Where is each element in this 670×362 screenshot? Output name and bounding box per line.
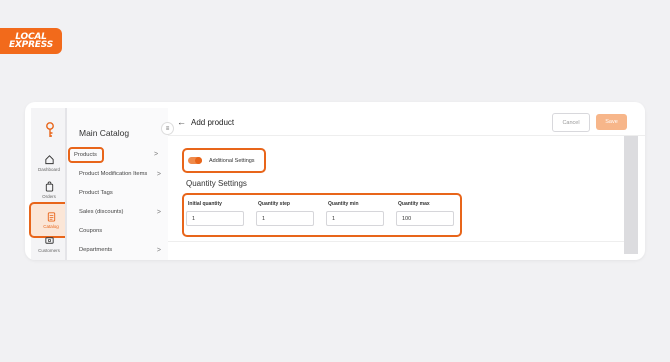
- logo-line-2: EXPRESS: [8, 40, 53, 50]
- catalog-icon: [47, 212, 55, 222]
- rail-label-customers: Customers: [38, 248, 60, 253]
- menu-item-product-modification-items[interactable]: Product Modification Items >: [73, 166, 165, 182]
- initial-quantity-field: Initial quantity 1: [186, 201, 246, 226]
- menu-item-label: Coupons: [79, 228, 103, 234]
- menu-item-label: Departments: [79, 247, 113, 253]
- customers-icon: [44, 237, 54, 244]
- additional-settings-toggle[interactable]: [188, 157, 202, 164]
- quantity-step-field: Quantity step 1: [256, 201, 316, 226]
- menu-item-label: Product Tags: [79, 190, 113, 196]
- quantity-min-field: Quantity min 1: [326, 201, 386, 226]
- home-icon: [44, 155, 54, 165]
- rail-item-dashboard[interactable]: Dashboard: [31, 154, 67, 172]
- additional-settings-label: Additional Settings: [209, 158, 255, 164]
- field-label: Initial quantity: [188, 201, 222, 207]
- menu-item-products[interactable]: Products: [68, 147, 104, 163]
- page-title: Add product: [191, 118, 235, 127]
- catalog-menu: Main Catalog Products > Product Modifica…: [67, 108, 168, 260]
- quantity-fields-group: Initial quantity 1 Quantity step 1 Quant…: [182, 193, 462, 237]
- chevron-right-icon: >: [156, 246, 161, 254]
- menu-item-sales-discounts[interactable]: Sales (discounts) >: [73, 204, 165, 220]
- bag-icon: [45, 181, 53, 192]
- page-header: ← Add product Cancel Save: [168, 108, 645, 136]
- initial-quantity-input[interactable]: 1: [186, 211, 244, 226]
- quantity-step-input[interactable]: 1: [256, 211, 314, 226]
- main-content: Additional Settings Quantity Settings In…: [168, 136, 624, 260]
- save-button[interactable]: Save: [596, 114, 627, 130]
- menu-item-label: Products: [74, 152, 97, 158]
- local-express-logo: LOCAL EXPRESS: [0, 28, 62, 54]
- chevron-right-icon: >: [154, 151, 159, 158]
- field-label: Quantity min: [328, 201, 359, 207]
- cancel-button[interactable]: Cancel: [552, 113, 590, 132]
- quantity-max-input[interactable]: 100: [396, 211, 454, 226]
- list-icon: ≡: [165, 125, 170, 132]
- collapse-menu-button[interactable]: ≡: [161, 122, 174, 135]
- rail-item-customers[interactable]: Customers: [31, 235, 67, 253]
- section-divider: [168, 241, 624, 242]
- back-arrow-icon[interactable]: ←: [177, 117, 186, 127]
- chevron-right-icon: >: [156, 170, 161, 178]
- chevron-right-icon: >: [156, 208, 161, 216]
- quantity-max-field: Quantity max 100: [396, 201, 456, 226]
- menu-item-label: Product Modification Items: [79, 171, 148, 177]
- menu-item-departments[interactable]: Departments >: [73, 242, 165, 258]
- app-window: Dashboard Orders Catalog Customers Main …: [25, 102, 645, 260]
- rail-item-orders[interactable]: Orders: [31, 181, 67, 199]
- field-label: Quantity max: [398, 201, 430, 207]
- field-label: Quantity step: [258, 201, 290, 207]
- menu-item-product-tags[interactable]: Product Tags: [73, 185, 165, 201]
- rail-label-catalog: Catalog: [43, 224, 59, 229]
- app-logo-icon: [46, 122, 54, 137]
- menu-title: Main Catalog: [79, 128, 130, 138]
- quantity-settings-title: Quantity Settings: [186, 179, 247, 188]
- menu-item-label: Sales (discounts): [79, 209, 124, 215]
- icon-rail: Dashboard Orders Catalog Customers: [29, 108, 73, 260]
- quantity-min-input[interactable]: 1: [326, 211, 384, 226]
- menu-item-coupons[interactable]: Coupons: [73, 223, 165, 239]
- additional-settings-row: Additional Settings: [182, 148, 266, 173]
- rail-label-orders: Orders: [42, 194, 56, 199]
- scrollbar-track[interactable]: [624, 136, 638, 254]
- rail-label-dashboard: Dashboard: [37, 167, 60, 172]
